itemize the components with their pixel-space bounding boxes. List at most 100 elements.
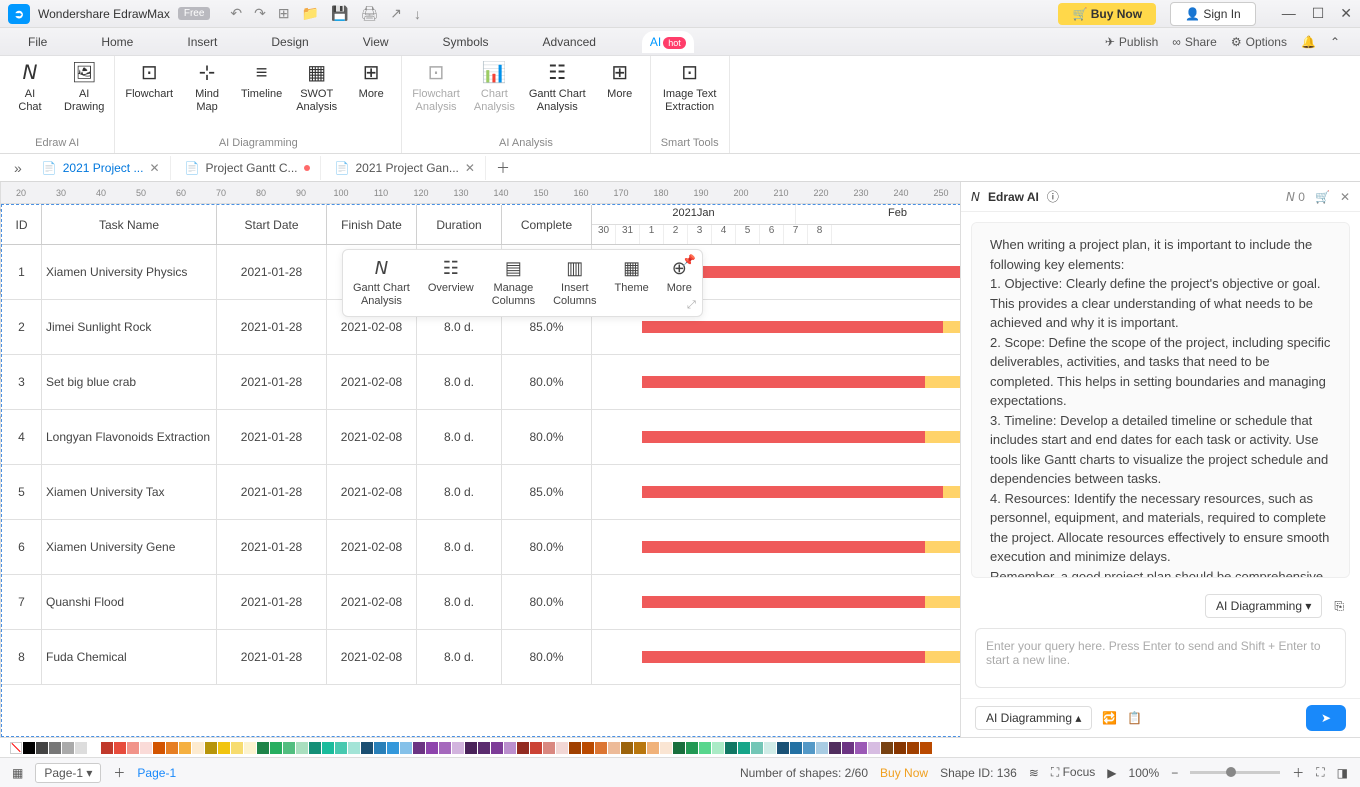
pin-icon[interactable]: 📌 bbox=[682, 254, 696, 267]
color-swatch[interactable] bbox=[738, 742, 750, 754]
close-icon[interactable]: ✕ bbox=[1340, 5, 1352, 22]
copy-icon[interactable]: ⎘ bbox=[1334, 599, 1344, 614]
zoom-value[interactable]: 100% bbox=[1129, 766, 1160, 780]
color-swatch[interactable] bbox=[660, 742, 672, 754]
layers-icon[interactable]: ≋ bbox=[1029, 766, 1039, 780]
doc-icon[interactable]: 📋 bbox=[1127, 711, 1142, 725]
color-swatch[interactable] bbox=[88, 742, 100, 754]
flowchart-analysis-tool[interactable]: ⊡Flowchart Analysis bbox=[412, 60, 460, 114]
new-tab-icon[interactable]: ＋ bbox=[490, 158, 516, 178]
tb-gantt-analysis[interactable]: 𝘕Gantt Chart Analysis bbox=[353, 258, 410, 308]
color-swatch[interactable] bbox=[153, 742, 165, 754]
doc-tab[interactable]: 📄 2021 Project ...✕ bbox=[32, 156, 171, 180]
color-swatch[interactable] bbox=[439, 742, 451, 754]
attach-icon[interactable]: 🔁 bbox=[1102, 711, 1117, 725]
collapse-ribbon-icon[interactable]: ⌃ bbox=[1330, 35, 1340, 49]
nofill-icon[interactable] bbox=[10, 742, 22, 754]
menu-ai[interactable]: AIhot bbox=[642, 31, 694, 53]
gantt-row[interactable]: 4Longyan Flavonoids Extraction2021-01-28… bbox=[2, 410, 960, 465]
color-swatch[interactable] bbox=[426, 742, 438, 754]
color-swatch[interactable] bbox=[673, 742, 685, 754]
save-icon[interactable]: 💾 bbox=[331, 5, 348, 22]
print-icon[interactable]: 🖨 bbox=[360, 5, 378, 22]
buy-now-link[interactable]: Buy Now bbox=[880, 766, 928, 780]
redo-icon[interactable]: ↷ bbox=[254, 5, 266, 22]
more-diag-tool[interactable]: ⊞More bbox=[351, 60, 391, 101]
menu-design[interactable]: Design bbox=[263, 31, 316, 53]
color-swatch[interactable] bbox=[621, 742, 633, 754]
undo-icon[interactable]: ↶ bbox=[230, 5, 242, 22]
maximize-icon[interactable]: ☐ bbox=[1312, 5, 1325, 22]
color-swatch[interactable] bbox=[75, 742, 87, 754]
menu-file[interactable]: File bbox=[20, 31, 55, 53]
color-swatch[interactable] bbox=[803, 742, 815, 754]
gantt-row[interactable]: 5Xiamen University Tax2021-01-282021-02-… bbox=[2, 465, 960, 520]
color-swatch[interactable] bbox=[166, 742, 178, 754]
share-button[interactable]: ∞ Share bbox=[1172, 35, 1217, 49]
tab-close-icon[interactable]: ✕ bbox=[465, 161, 475, 175]
publish-button[interactable]: ✈ Publish bbox=[1105, 35, 1158, 49]
ai-info-icon[interactable]: ⓘ bbox=[1047, 188, 1059, 205]
export-icon[interactable]: ↗ bbox=[390, 5, 402, 22]
color-swatch[interactable] bbox=[452, 742, 464, 754]
zoom-out-icon[interactable]: − bbox=[1171, 766, 1178, 780]
color-swatch[interactable] bbox=[127, 742, 139, 754]
color-swatch[interactable] bbox=[790, 742, 802, 754]
color-swatch[interactable] bbox=[855, 742, 867, 754]
timeline-tool[interactable]: ≡Timeline bbox=[241, 60, 282, 101]
color-swatch[interactable] bbox=[387, 742, 399, 754]
flowchart-tool[interactable]: ⊡Flowchart bbox=[125, 60, 173, 101]
color-swatch[interactable] bbox=[478, 742, 490, 754]
color-swatch[interactable] bbox=[322, 742, 334, 754]
color-swatch[interactable] bbox=[361, 742, 373, 754]
color-swatch[interactable] bbox=[777, 742, 789, 754]
color-swatch[interactable] bbox=[270, 742, 282, 754]
color-swatch[interactable] bbox=[348, 742, 360, 754]
minimize-icon[interactable]: — bbox=[1282, 5, 1296, 22]
mindmap-tool[interactable]: ⊹Mind Map bbox=[187, 60, 227, 114]
import-icon[interactable]: ↓ bbox=[414, 6, 421, 22]
menu-home[interactable]: Home bbox=[93, 31, 141, 53]
page-select[interactable]: Page-1 ▾ bbox=[35, 763, 101, 783]
color-swatch[interactable] bbox=[257, 742, 269, 754]
color-swatch[interactable] bbox=[179, 742, 191, 754]
col-header[interactable]: Duration bbox=[417, 205, 502, 244]
menu-view[interactable]: View bbox=[355, 31, 397, 53]
color-swatch[interactable] bbox=[764, 742, 776, 754]
color-swatch[interactable] bbox=[712, 742, 724, 754]
color-swatch[interactable] bbox=[465, 742, 477, 754]
send-button[interactable]: ➤ bbox=[1306, 705, 1346, 731]
gantt-row[interactable]: 8Fuda Chemical2021-01-282021-02-088.0 d.… bbox=[2, 630, 960, 685]
tb-insert-cols[interactable]: ▥Insert Columns bbox=[553, 258, 596, 308]
zoom-slider[interactable] bbox=[1190, 771, 1280, 774]
color-swatch[interactable] bbox=[244, 742, 256, 754]
col-header[interactable]: Start Date bbox=[217, 205, 327, 244]
tb-theme[interactable]: ▦Theme bbox=[615, 258, 649, 308]
color-swatch[interactable] bbox=[205, 742, 217, 754]
color-swatch[interactable] bbox=[608, 742, 620, 754]
col-header[interactable]: ID bbox=[2, 205, 42, 244]
color-swatch[interactable] bbox=[413, 742, 425, 754]
tb-manage-cols[interactable]: ▤Manage Columns bbox=[492, 258, 535, 308]
more-analysis-tool[interactable]: ⊞More bbox=[600, 60, 640, 101]
color-swatch[interactable] bbox=[699, 742, 711, 754]
close-panel-icon[interactable]: ✕ bbox=[1340, 190, 1350, 204]
tb-overview[interactable]: ☷Overview bbox=[428, 258, 474, 308]
col-header[interactable]: Complete bbox=[502, 205, 592, 244]
gantt-analysis-tool[interactable]: ☷Gantt Chart Analysis bbox=[529, 60, 586, 114]
color-swatch[interactable] bbox=[634, 742, 646, 754]
options-button[interactable]: ⚙ Options bbox=[1231, 35, 1287, 49]
color-swatch[interactable] bbox=[595, 742, 607, 754]
menu-symbols[interactable]: Symbols bbox=[435, 31, 497, 53]
chart-analysis-tool[interactable]: 📊Chart Analysis bbox=[474, 60, 515, 114]
col-header[interactable]: Finish Date bbox=[327, 205, 417, 244]
color-swatch[interactable] bbox=[62, 742, 74, 754]
color-swatch[interactable] bbox=[517, 742, 529, 754]
tabs-chevron-icon[interactable]: » bbox=[8, 160, 28, 176]
color-swatch[interactable] bbox=[582, 742, 594, 754]
gantt-row[interactable]: 7Quanshi Flood2021-01-282021-02-088.0 d.… bbox=[2, 575, 960, 630]
signin-button[interactable]: 👤 Sign In bbox=[1170, 2, 1256, 26]
gantt-chart[interactable]: IDTask NameStart DateFinish DateDuration… bbox=[1, 204, 960, 737]
menu-advanced[interactable]: Advanced bbox=[535, 31, 604, 53]
color-swatch[interactable] bbox=[868, 742, 880, 754]
